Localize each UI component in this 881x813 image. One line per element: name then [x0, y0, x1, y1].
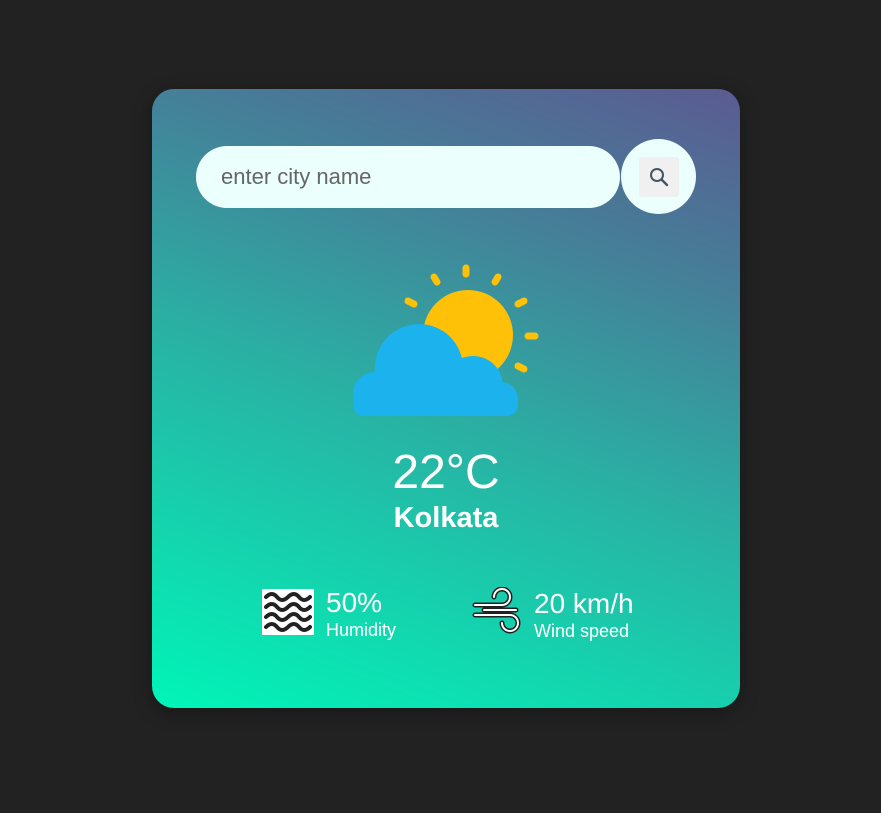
temperature: 22°C — [392, 446, 500, 499]
humidity-waves-icon — [262, 588, 314, 640]
weather-card: 22°C Kolkata 50% Humidity — [152, 89, 740, 708]
search-button[interactable] — [621, 139, 696, 214]
wind-label: Wind speed — [534, 620, 630, 641]
partly-cloudy-icon — [348, 259, 548, 419]
wind-icon — [472, 586, 522, 642]
humidity-value: 50% — [326, 587, 383, 618]
city-search-input[interactable] — [196, 146, 620, 208]
wind-detail: 20 km/h Wind speed — [472, 586, 634, 642]
city-name: Kolkata — [393, 502, 499, 534]
wind-value: 20 km/h — [534, 587, 634, 619]
humidity-label: Humidity — [326, 620, 397, 640]
humidity-detail: 50% Humidity — [262, 587, 396, 641]
search-icon — [638, 156, 679, 197]
